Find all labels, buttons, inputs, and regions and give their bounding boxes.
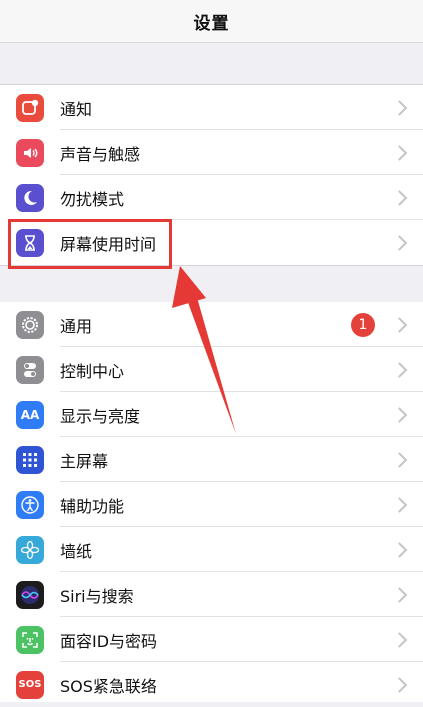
settings-row-label: 声音与触感 bbox=[60, 144, 141, 164]
settings-row-display[interactable]: AA 显示与亮度 bbox=[0, 392, 423, 437]
settings-row-label: SOS紧急联络 bbox=[60, 676, 157, 696]
settings-row-accessibility[interactable]: 辅助功能 bbox=[0, 482, 423, 527]
settings-row-label: 勿扰模式 bbox=[60, 189, 125, 209]
section-spacer bbox=[0, 43, 423, 85]
highlight-box bbox=[8, 219, 172, 269]
settings-row-label: 辅助功能 bbox=[60, 496, 125, 516]
settings-row-emergency-sos[interactable]: SOS SOS紧急联络 bbox=[0, 662, 423, 707]
navigation-bar: 设置 bbox=[0, 0, 423, 43]
settings-row-label: 控制中心 bbox=[60, 361, 125, 381]
notification-icon bbox=[16, 93, 44, 122]
home-grid-icon bbox=[16, 445, 44, 474]
notification-badge: 1 bbox=[351, 312, 375, 337]
settings-row-siri[interactable]: Siri与搜索 bbox=[0, 572, 423, 617]
settings-row-label: 通知 bbox=[60, 99, 93, 119]
settings-row-control-center[interactable]: 控制中心 bbox=[0, 347, 423, 392]
settings-row-face-id[interactable]: 面容ID与密码 bbox=[0, 617, 423, 662]
sos-icon: SOS bbox=[16, 670, 44, 699]
settings-row-label: 主屏幕 bbox=[60, 451, 109, 471]
settings-row-label: 显示与亮度 bbox=[60, 406, 141, 426]
gear-icon bbox=[16, 310, 44, 339]
flower-icon bbox=[16, 535, 44, 564]
settings-row-home-screen[interactable]: 主屏幕 bbox=[0, 437, 423, 482]
accessibility-icon bbox=[16, 490, 44, 519]
toggles-icon bbox=[16, 355, 44, 384]
siri-icon bbox=[16, 580, 44, 609]
settings-row-sounds[interactable]: 声音与触感 bbox=[0, 130, 423, 175]
settings-row-label: 面容ID与密码 bbox=[60, 631, 158, 651]
moon-icon bbox=[16, 183, 44, 212]
page-title: 设置 bbox=[193, 13, 230, 34]
settings-row-do-not-disturb[interactable]: 勿扰模式 bbox=[0, 175, 423, 220]
settings-row-label: Siri与搜索 bbox=[60, 586, 134, 606]
section-spacer bbox=[0, 265, 423, 303]
sound-icon bbox=[16, 138, 44, 167]
settings-row-notifications[interactable]: 通知 bbox=[0, 85, 423, 130]
settings-row-wallpaper[interactable]: 墙纸 bbox=[0, 527, 423, 572]
settings-row-general[interactable]: 通用 1 bbox=[0, 302, 423, 347]
face-id-icon bbox=[16, 625, 44, 654]
settings-row-label: 墙纸 bbox=[60, 541, 93, 561]
text-size-icon: AA bbox=[16, 400, 44, 429]
settings-group-2: 通用 1 控制中心 AA 显示与亮度 主屏幕 辅助功能 墙纸 Siri与搜索 面… bbox=[0, 302, 423, 702]
